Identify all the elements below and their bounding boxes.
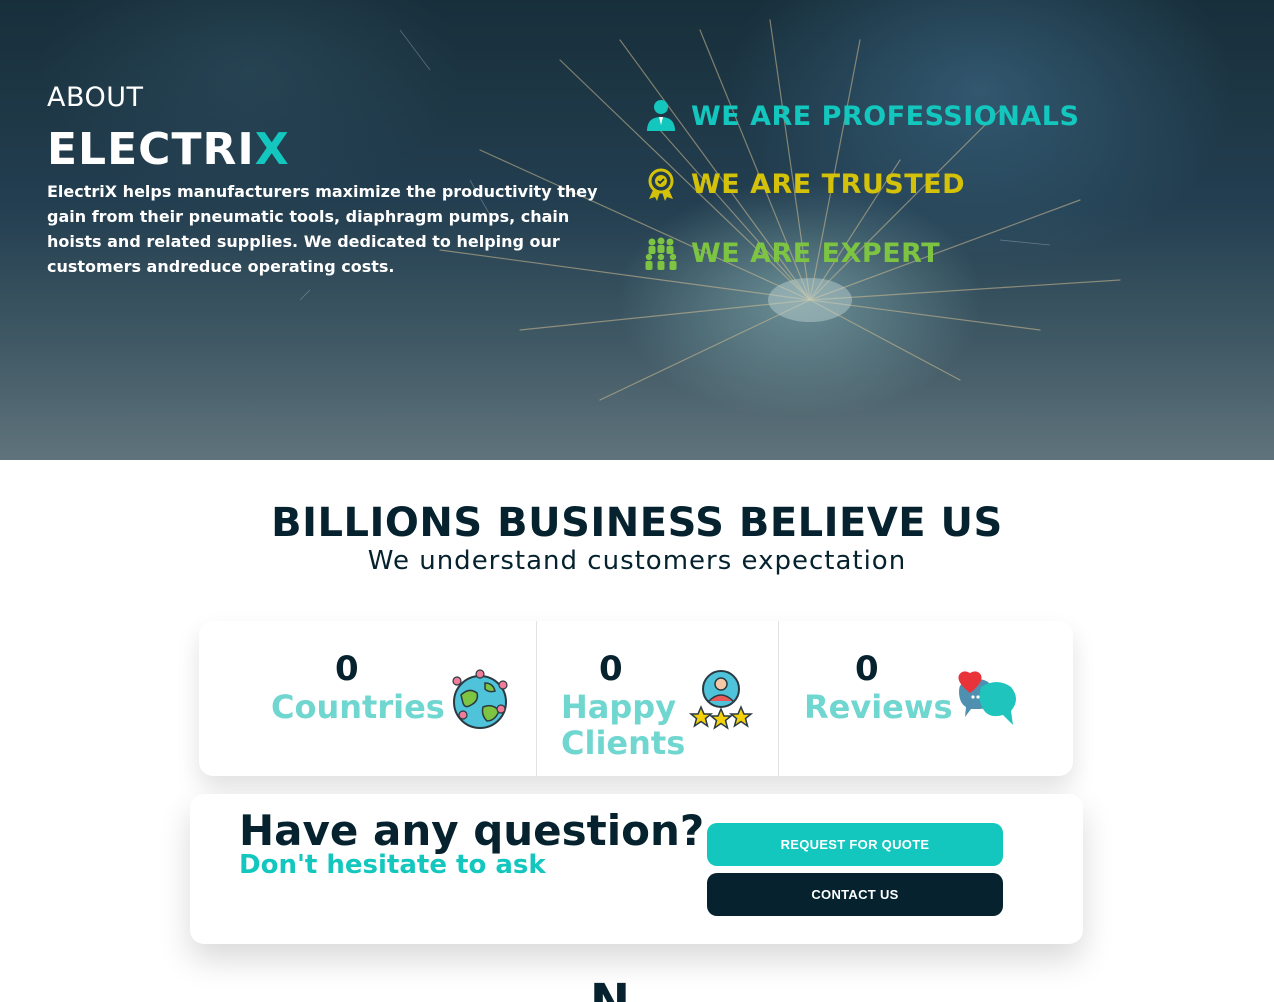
question-subtitle: Don't hesitate to ask <box>239 850 546 880</box>
brand-title-main: ELECTRI <box>47 124 255 175</box>
feature-trusted-label: WE ARE TRUSTED <box>691 168 966 200</box>
stat-reviews-value: 0 <box>855 649 879 689</box>
team-group-icon <box>645 237 677 270</box>
stat-countries-value: 0 <box>335 649 359 689</box>
award-badge-icon <box>648 168 674 201</box>
feature-expert: WE ARE EXPERT <box>643 233 940 273</box>
stat-reviews-label: Reviews <box>804 688 953 726</box>
stat-countries-label: Countries <box>271 688 445 726</box>
question-card: Have any question? Don't hesitate to ask… <box>190 794 1083 944</box>
about-description: ElectriX helps manufacturers maximize th… <box>47 182 598 276</box>
about-hero: ABOUT ELECTRIX ElectriX helps manufactur… <box>0 0 1274 460</box>
globe-pins-icon <box>452 669 508 729</box>
question-title: Have any question? <box>239 806 705 855</box>
next-section-heading-peek: N <box>570 978 650 1002</box>
feature-trusted: WE ARE TRUSTED <box>643 164 965 204</box>
about-label: ABOUT <box>47 82 144 113</box>
chat-heart-icon <box>958 671 1016 725</box>
stat-happy-clients-label: Happy Clients <box>561 688 686 762</box>
stat-countries: 0 Countries <box>199 621 536 776</box>
stats-card: 0 Countries 0 Happy Clients 0 Reviews <box>199 621 1073 776</box>
brand-title-accent: X <box>254 124 290 175</box>
stat-happy-clients-value: 0 <box>599 649 623 689</box>
client-stars-icon <box>688 670 754 730</box>
professional-person-icon <box>647 100 675 131</box>
stat-happy-clients: 0 Happy Clients <box>536 621 779 776</box>
believe-title: BILLIONS BUSINESS BELIEVE US <box>271 500 1003 546</box>
feature-expert-label: WE ARE EXPERT <box>691 237 941 269</box>
brand-title: ELECTRIX <box>47 124 290 175</box>
request-quote-button[interactable]: REQUEST FOR QUOTE <box>707 823 1003 866</box>
contact-us-button[interactable]: CONTACT US <box>707 873 1003 916</box>
feature-professionals: WE ARE PROFESSIONALS <box>643 96 1079 136</box>
feature-professionals-label: WE ARE PROFESSIONALS <box>691 100 1080 132</box>
stat-reviews: 0 Reviews <box>778 621 1074 776</box>
believe-subtitle: We understand customers expectation <box>367 546 907 576</box>
